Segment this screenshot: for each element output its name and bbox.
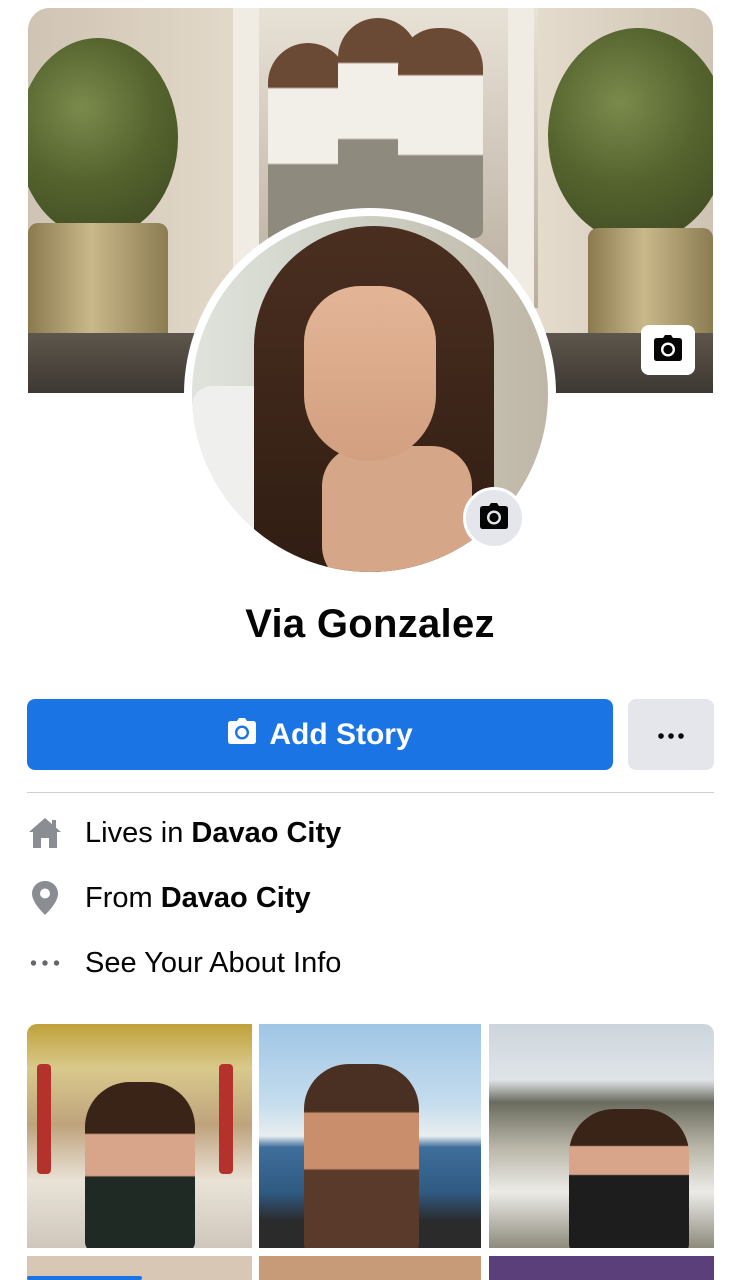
divider (27, 792, 714, 793)
featured-photo[interactable] (259, 1256, 481, 1280)
info-from[interactable]: From Davao City (27, 876, 717, 920)
from-text: From Davao City (85, 882, 311, 915)
photo-person (304, 1064, 419, 1248)
photo-person (85, 1082, 195, 1248)
info-lives-in[interactable]: Lives in Davao City (27, 811, 717, 855)
avatar-face (304, 286, 436, 461)
scroll-indicator (27, 1276, 142, 1280)
from-city: Davao City (160, 881, 311, 914)
location-pin-icon (27, 880, 63, 916)
info-see-about[interactable]: See Your About Info (27, 941, 717, 985)
more-horizontal-icon (658, 726, 684, 744)
featured-photo[interactable] (27, 1024, 252, 1248)
camera-icon (227, 717, 257, 752)
lives-prefix: Lives in (85, 816, 192, 849)
profile-page: Via Gonzalez Add Story Lives in Davao Ci… (0, 0, 740, 1280)
photo-ornament (219, 1064, 233, 1174)
from-prefix: From (85, 881, 161, 914)
featured-photo[interactable] (489, 1256, 714, 1280)
featured-photo[interactable] (259, 1024, 481, 1248)
cover-plant-right (548, 28, 713, 243)
see-about-label: See Your About Info (85, 946, 342, 979)
avatar-shoulders (322, 446, 472, 572)
add-story-button[interactable]: Add Story (27, 699, 613, 770)
add-story-label: Add Story (269, 717, 413, 751)
featured-photo[interactable] (489, 1024, 714, 1248)
photo-person (569, 1109, 689, 1248)
camera-icon (479, 502, 509, 534)
camera-icon (653, 334, 683, 366)
lives-city: Davao City (191, 816, 342, 849)
home-icon (27, 815, 63, 851)
lives-in-text: Lives in Davao City (85, 817, 341, 850)
edit-profile-picture-button[interactable] (463, 487, 525, 549)
edit-cover-photo-button[interactable] (641, 325, 695, 375)
more-options-button[interactable] (628, 699, 714, 770)
more-horizontal-icon (27, 945, 63, 981)
photo-ornament (37, 1064, 51, 1174)
profile-name: Via Gonzalez (245, 602, 495, 646)
cover-person (398, 28, 483, 238)
